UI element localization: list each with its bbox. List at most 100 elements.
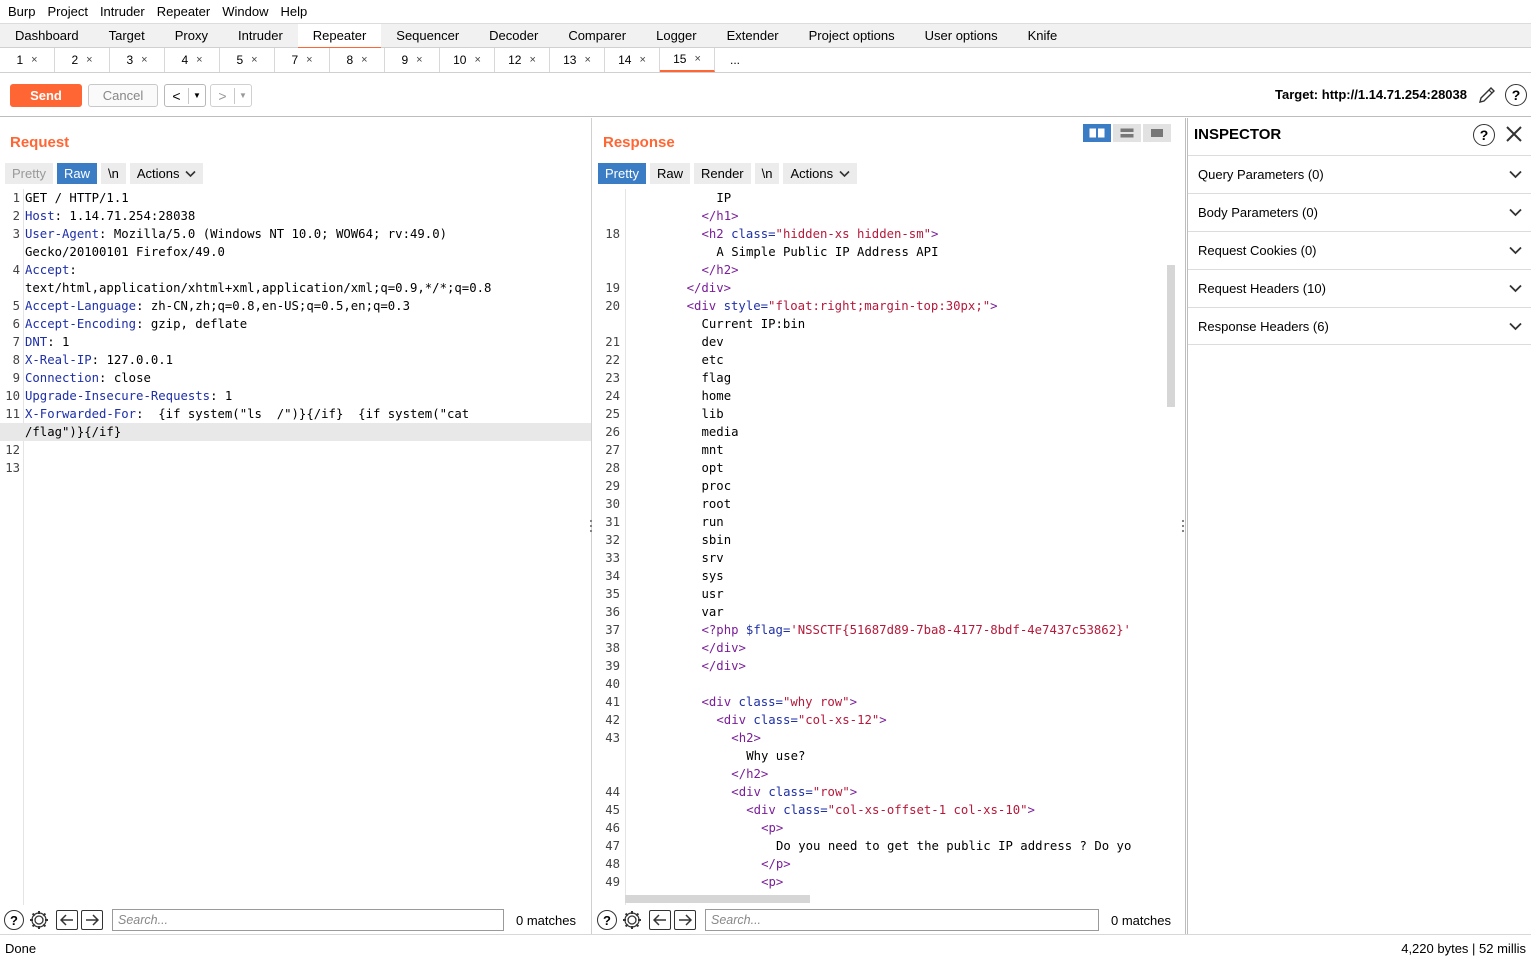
tabbed-layout-icon[interactable] — [1143, 124, 1171, 142]
repeater-tab-2[interactable]: 2 × — [55, 48, 110, 72]
html-tag: <?php — [701, 623, 746, 637]
repeater-tab-3[interactable]: 3 × — [110, 48, 165, 72]
line-number: 9 — [12, 371, 20, 385]
tab-target[interactable]: Target — [94, 24, 160, 47]
request-editor[interactable]: 1 GET / HTTP/1.1 2 Host: 1.14.71.254:28038 3… — [0, 189, 591, 905]
repeater-tab-14[interactable]: 14 × — [605, 48, 660, 72]
response-vertical-scrollbar[interactable] — [1167, 265, 1175, 407]
search-previous-arrow-icon[interactable] — [56, 910, 78, 930]
close-icon[interactable]: × — [361, 48, 367, 72]
tab-intruder[interactable]: Intruder — [223, 24, 298, 47]
tab-project-options[interactable]: Project options — [794, 24, 910, 47]
close-icon[interactable]: × — [474, 48, 480, 72]
repeater-tab-4[interactable]: 4 × — [165, 48, 220, 72]
request-tab-raw[interactable]: Raw — [56, 163, 97, 184]
menu-window[interactable]: Window — [218, 0, 276, 23]
split-horizontal-layout-icon[interactable] — [1083, 124, 1111, 142]
repeater-tab-5[interactable]: 5 × — [220, 48, 275, 72]
repeater-tab-7[interactable]: 7 × — [275, 48, 330, 72]
line-number: 8 — [12, 353, 20, 367]
help-icon[interactable]: ? — [1473, 124, 1495, 146]
tab-dashboard[interactable]: Dashboard — [0, 24, 94, 47]
chevron-down-icon[interactable] — [1509, 322, 1522, 331]
help-icon[interactable]: ? — [597, 910, 617, 930]
close-icon[interactable]: × — [416, 48, 422, 72]
pane-resize-handle[interactable] — [1181, 518, 1185, 534]
chevron-down-icon[interactable] — [1509, 284, 1522, 293]
request-actions-menu[interactable]: Actions — [129, 163, 204, 184]
help-icon[interactable]: ? — [1505, 84, 1527, 106]
inspector-section-response-headers[interactable]: Response Headers (6) — [1188, 307, 1531, 345]
repeater-tab-8[interactable]: 8 × — [330, 48, 385, 72]
chevron-down-icon[interactable] — [1509, 170, 1522, 179]
close-icon[interactable]: × — [196, 48, 202, 72]
tab-logger[interactable]: Logger — [641, 24, 711, 47]
close-icon[interactable]: × — [306, 48, 312, 72]
html-tag: <div — [701, 695, 739, 709]
html-tag: </div> — [701, 641, 746, 655]
code-line: /flag")}{/if} — [0, 423, 591, 441]
close-icon[interactable]: × — [31, 48, 37, 72]
response-tab-raw[interactable]: Raw — [649, 163, 690, 184]
tab-decoder[interactable]: Decoder — [474, 24, 553, 47]
inspector-section-body-parameters[interactable]: Body Parameters (0) — [1188, 193, 1531, 231]
more-tabs-button[interactable]: ... — [715, 48, 755, 72]
close-icon[interactable] — [1503, 123, 1525, 145]
close-icon[interactable]: × — [141, 48, 147, 72]
tab-extender[interactable]: Extender — [712, 24, 794, 47]
edit-target-icon[interactable] — [1477, 85, 1497, 105]
inspector-section-request-cookies[interactable]: Request Cookies (0) — [1188, 231, 1531, 269]
repeater-tab-15[interactable]: 15 × — [660, 48, 715, 72]
tab-sequencer[interactable]: Sequencer — [381, 24, 474, 47]
menu-project[interactable]: Project — [43, 0, 95, 23]
repeater-tab-10[interactable]: 10 × — [440, 48, 495, 72]
response-editor[interactable]: IP </h1> 18 <h2 class="hidden-xs hidden-sm"… — [593, 189, 1185, 905]
repeater-tab-9[interactable]: 9 × — [385, 48, 440, 72]
gear-icon[interactable] — [621, 909, 643, 931]
close-icon[interactable]: × — [639, 48, 645, 72]
search-next-arrow-icon[interactable] — [81, 910, 103, 930]
response-search-input[interactable]: Search... — [705, 909, 1099, 931]
close-icon[interactable]: × — [529, 48, 535, 72]
menu-intruder[interactable]: Intruder — [96, 0, 153, 23]
split-vertical-layout-icon[interactable] — [1113, 124, 1141, 142]
repeater-tab-1[interactable]: 1 × — [0, 48, 55, 72]
menu-burp[interactable]: Burp — [4, 0, 43, 23]
chevron-down-icon[interactable] — [1509, 246, 1522, 255]
chevron-down-icon[interactable]: ▼ — [189, 91, 205, 100]
close-icon[interactable]: × — [251, 48, 257, 72]
gear-icon[interactable] — [28, 909, 50, 931]
repeater-tab-13[interactable]: 13 × — [550, 48, 605, 72]
search-previous-arrow-icon[interactable] — [649, 910, 671, 930]
close-icon[interactable]: × — [694, 47, 700, 71]
help-icon[interactable]: ? — [4, 910, 24, 930]
request-tab-pretty[interactable]: Pretty — [5, 163, 53, 184]
menu-help[interactable]: Help — [276, 0, 315, 23]
response-actions-menu[interactable]: Actions — [783, 163, 858, 184]
history-back-button[interactable]: < ▼ — [164, 84, 206, 107]
search-next-arrow-icon[interactable] — [674, 910, 696, 930]
chevron-down-icon[interactable]: ▼ — [235, 91, 251, 100]
close-icon[interactable]: × — [584, 48, 590, 72]
tab-comparer[interactable]: Comparer — [553, 24, 641, 47]
cancel-button[interactable]: Cancel — [88, 84, 158, 107]
menu-repeater[interactable]: Repeater — [153, 0, 218, 23]
inspector-section-query-parameters[interactable]: Query Parameters (0) — [1188, 155, 1531, 193]
send-button[interactable]: Send — [10, 84, 82, 107]
tab-knife[interactable]: Knife — [1013, 24, 1073, 47]
tab-proxy[interactable]: Proxy — [160, 24, 223, 47]
request-tab-n[interactable]: \n — [100, 163, 126, 184]
response-tab-pretty[interactable]: Pretty — [598, 163, 646, 184]
response-tab-render[interactable]: Render — [693, 163, 751, 184]
tab-repeater[interactable]: Repeater — [297, 24, 382, 49]
response-horizontal-scrollbar[interactable] — [625, 895, 810, 903]
response-tab-n[interactable]: \n — [754, 163, 780, 184]
request-search-input[interactable]: Search... — [112, 909, 504, 931]
history-forward-button[interactable]: > ▼ — [210, 84, 252, 107]
chevron-down-icon[interactable] — [1509, 208, 1522, 217]
repeater-tab-12[interactable]: 12 × — [495, 48, 550, 72]
inspector-section-request-headers[interactable]: Request Headers (10) — [1188, 269, 1531, 307]
code-line: 5 Accept-Language: zh-CN,zh;q=0.8,en-US;q… — [0, 297, 591, 315]
close-icon[interactable]: × — [86, 48, 92, 72]
tab-user-options[interactable]: User options — [910, 24, 1013, 47]
